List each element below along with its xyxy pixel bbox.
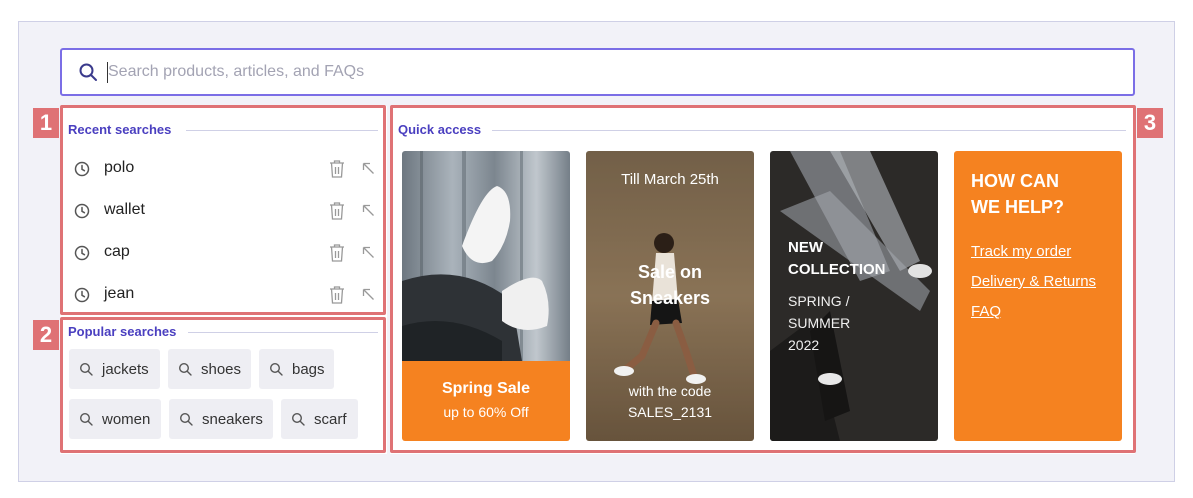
clock-icon	[74, 161, 90, 177]
card-sneakers-sale[interactable]: Till March 25th Sale on Sneakers with th…	[586, 151, 754, 441]
card-code-line2: SALES_2131	[627, 404, 713, 420]
clock-icon	[74, 203, 90, 219]
card-code-line1: with the code	[628, 383, 712, 399]
chip-label: jackets	[102, 360, 149, 378]
popular-chip[interactable]: shoes	[168, 349, 251, 389]
clock-icon	[74, 245, 90, 261]
search-bar[interactable]	[60, 48, 1135, 96]
recent-item[interactable]: wallet	[70, 196, 380, 226]
search-icon	[291, 412, 305, 426]
search-icon	[79, 63, 97, 81]
card-help: HOW CAN WE HELP? Track my order Delivery…	[954, 151, 1122, 441]
trash-icon[interactable]	[328, 159, 346, 179]
clock-icon	[74, 287, 90, 303]
card-subtitle-line2: SUMMER	[788, 315, 851, 331]
badge-1: 1	[33, 108, 59, 138]
recent-item-label: jean	[104, 285, 135, 302]
search-icon	[269, 362, 283, 376]
recent-item-label: polo	[104, 159, 135, 176]
trash-icon[interactable]	[328, 201, 346, 221]
arrow-up-left-icon[interactable]	[362, 162, 375, 175]
recent-item-label: wallet	[104, 201, 145, 218]
arrow-up-left-icon[interactable]	[362, 204, 375, 217]
card-title-line2: Sneakers	[629, 288, 711, 308]
popular-chip[interactable]: bags	[259, 349, 334, 389]
search-icon	[79, 412, 93, 426]
popular-chip[interactable]: women	[69, 399, 161, 439]
popular-chip[interactable]: scarf	[281, 399, 358, 439]
trash-icon[interactable]	[328, 243, 346, 263]
search-icon	[179, 412, 193, 426]
card-subtitle-line3: 2022	[788, 337, 820, 353]
link-delivery-returns[interactable]: Delivery & Returns	[971, 273, 1096, 290]
chip-label: bags	[292, 360, 325, 378]
recent-item[interactable]: jean	[70, 280, 380, 310]
recent-item[interactable]: cap	[70, 238, 380, 268]
chip-label: scarf	[314, 410, 347, 428]
section-divider	[492, 130, 1126, 131]
card-title: Spring Sale	[441, 380, 531, 397]
arrow-up-left-icon[interactable]	[362, 288, 375, 301]
card-subtitle: up to 60% Off	[443, 404, 529, 420]
badge-3: 3	[1137, 108, 1163, 138]
badge-2: 2	[33, 320, 59, 350]
recent-item-label: cap	[104, 243, 130, 260]
card-new-collection[interactable]: NEW COLLECTION SPRING / SUMMER 2022	[770, 151, 938, 441]
link-faq[interactable]: FAQ	[971, 303, 1001, 320]
search-input[interactable]	[108, 59, 1108, 85]
link-track-order[interactable]: Track my order	[971, 243, 1071, 260]
card-title-line1: NEW	[788, 239, 823, 256]
card-orange-footer	[402, 361, 570, 441]
trash-icon[interactable]	[328, 285, 346, 305]
section-divider	[186, 130, 378, 131]
search-icon	[178, 362, 192, 376]
help-title-line2: WE HELP?	[971, 197, 1064, 217]
chip-label: shoes	[201, 360, 242, 378]
sneaker-photo-image	[402, 151, 570, 361]
recent-searches-title: Recent searches	[68, 122, 172, 137]
chip-label: sneakers	[202, 410, 263, 428]
card-title-line1: Sale on	[637, 262, 703, 282]
popular-searches-title: Popular searches	[68, 324, 177, 339]
popular-chip[interactable]: sneakers	[169, 399, 273, 439]
search-icon	[79, 362, 93, 376]
quick-access-title: Quick access	[398, 122, 482, 137]
card-subtitle-line1: SPRING /	[788, 293, 850, 309]
section-divider	[188, 332, 378, 333]
arrow-up-left-icon[interactable]	[362, 246, 375, 259]
recent-item[interactable]: polo	[70, 154, 380, 184]
card-spring-sale[interactable]: Spring Sale up to 60% Off	[402, 151, 570, 441]
chip-label: women	[102, 410, 151, 428]
popular-chip[interactable]: jackets	[69, 349, 160, 389]
card-date-label: Till March 25th	[621, 171, 719, 188]
card-title-line2: COLLECTION	[788, 261, 886, 278]
help-title-line1: HOW CAN	[971, 171, 1059, 191]
